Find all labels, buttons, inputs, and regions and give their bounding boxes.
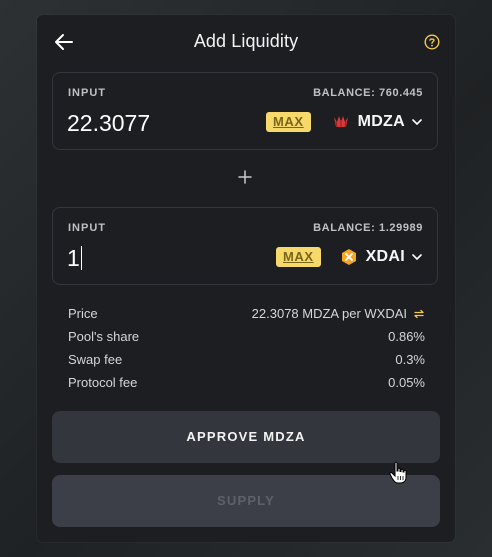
pool-info: Price 22.3078 MDZA per WXDAI Pool's shar… bbox=[68, 306, 425, 398]
token-selector-mdza[interactable]: MDZA bbox=[332, 109, 423, 135]
token-input-card-xdai: INPUT BALANCE: 1.29989 1 MAX XDAI bbox=[52, 207, 438, 285]
amount-input-mdza[interactable]: 22.3077 bbox=[67, 109, 237, 137]
chevron-down-icon bbox=[412, 254, 422, 260]
price-value: 22.3078 MDZA per WXDAI bbox=[251, 306, 407, 321]
panel-header: Add Liquidity bbox=[37, 29, 455, 57]
supply-button: SUPPLY bbox=[52, 475, 440, 527]
info-row-swap-fee: Swap fee 0.3% bbox=[68, 352, 425, 375]
balance-text: BALANCE: 760.445 bbox=[313, 87, 423, 99]
token-selector-xdai[interactable]: XDAI bbox=[340, 244, 423, 270]
pool-share-label: Pool's share bbox=[68, 329, 140, 344]
chevron-down-icon bbox=[412, 119, 422, 125]
input-label: INPUT bbox=[68, 222, 106, 234]
protocol-fee-label: Protocol fee bbox=[68, 375, 138, 390]
swap-price-icon[interactable] bbox=[413, 308, 425, 320]
amount-input-xdai[interactable]: 1 bbox=[67, 244, 237, 272]
page-title: Add Liquidity bbox=[193, 31, 299, 51]
token-name-mdza: MDZA bbox=[357, 113, 405, 130]
info-row-pool-share: Pool's share 0.86% bbox=[68, 329, 425, 352]
hand-pointer-cursor-icon bbox=[389, 461, 407, 484]
protocol-fee-value: 0.05% bbox=[388, 375, 425, 390]
balance-text: BALANCE: 1.29989 bbox=[313, 222, 423, 234]
amount-value-xdai: 1 bbox=[67, 245, 80, 271]
info-row-protocol-fee: Protocol fee 0.05% bbox=[68, 375, 425, 398]
swap-fee-value: 0.3% bbox=[395, 352, 425, 367]
pool-share-value: 0.86% bbox=[388, 329, 425, 344]
add-liquidity-panel: Add Liquidity INPUT BALANCE: 760.445 22.… bbox=[37, 15, 455, 542]
swap-fee-label: Swap fee bbox=[68, 352, 123, 367]
help-icon[interactable] bbox=[424, 34, 440, 50]
xdai-token-icon bbox=[341, 249, 356, 265]
token-input-card-mdza: INPUT BALANCE: 760.445 22.3077 MAX MDZA bbox=[52, 72, 438, 150]
info-row-price: Price 22.3078 MDZA per WXDAI bbox=[68, 306, 425, 329]
text-caret bbox=[80, 246, 82, 270]
input-label: INPUT bbox=[68, 87, 106, 99]
token-name-xdai: XDAI bbox=[365, 248, 405, 265]
price-label: Price bbox=[68, 306, 98, 321]
mdza-token-icon bbox=[333, 116, 348, 128]
max-button-xdai[interactable]: MAX bbox=[276, 247, 321, 267]
approve-mdza-button[interactable]: APPROVE MDZA bbox=[52, 411, 440, 463]
plus-icon bbox=[238, 170, 252, 184]
price-value-wrap: 22.3078 MDZA per WXDAI bbox=[252, 306, 425, 321]
max-button-mdza[interactable]: MAX bbox=[266, 112, 311, 132]
